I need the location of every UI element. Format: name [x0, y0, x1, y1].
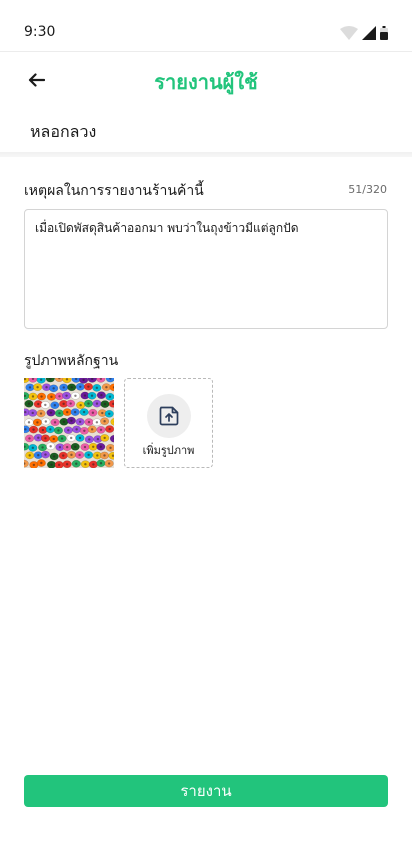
upload-icon-circle: [147, 394, 191, 438]
battery-icon: [380, 26, 388, 40]
status-bar: 9:30: [0, 0, 412, 52]
wifi-icon: [340, 26, 358, 40]
colorful-beads-photo[interactable]: [24, 378, 114, 468]
section-divider: [0, 152, 412, 157]
cellular-signal-icon: [362, 26, 376, 40]
evidence-label: รูปภาพหลักฐาน: [24, 353, 119, 369]
page-title: รายงานผู้ใช้: [154, 70, 258, 94]
report-reason-textarea[interactable]: เมื่อเปิดพัสดุสินค้าออกมา พบว่าในถุงข้าว…: [24, 209, 388, 329]
status-time: 9:30: [24, 24, 56, 40]
app-bar: รายงานผู้ใช้: [0, 52, 412, 108]
selected-reason: หลอกลวง: [30, 122, 97, 141]
status-icons: [340, 26, 388, 40]
report-submit-button[interactable]: รายงาน: [24, 775, 388, 807]
add-photo-button[interactable]: เพิ่มรูปภาพ: [124, 378, 213, 468]
reason-label: เหตุผลในการรายงานร้านค้านี้: [24, 183, 204, 199]
upload-image-icon: [159, 406, 179, 426]
upload-label: เพิ่มรูปภาพ: [142, 444, 195, 457]
selected-reason-row: หลอกลวง: [0, 108, 412, 152]
character-counter: 51/320: [348, 183, 387, 196]
